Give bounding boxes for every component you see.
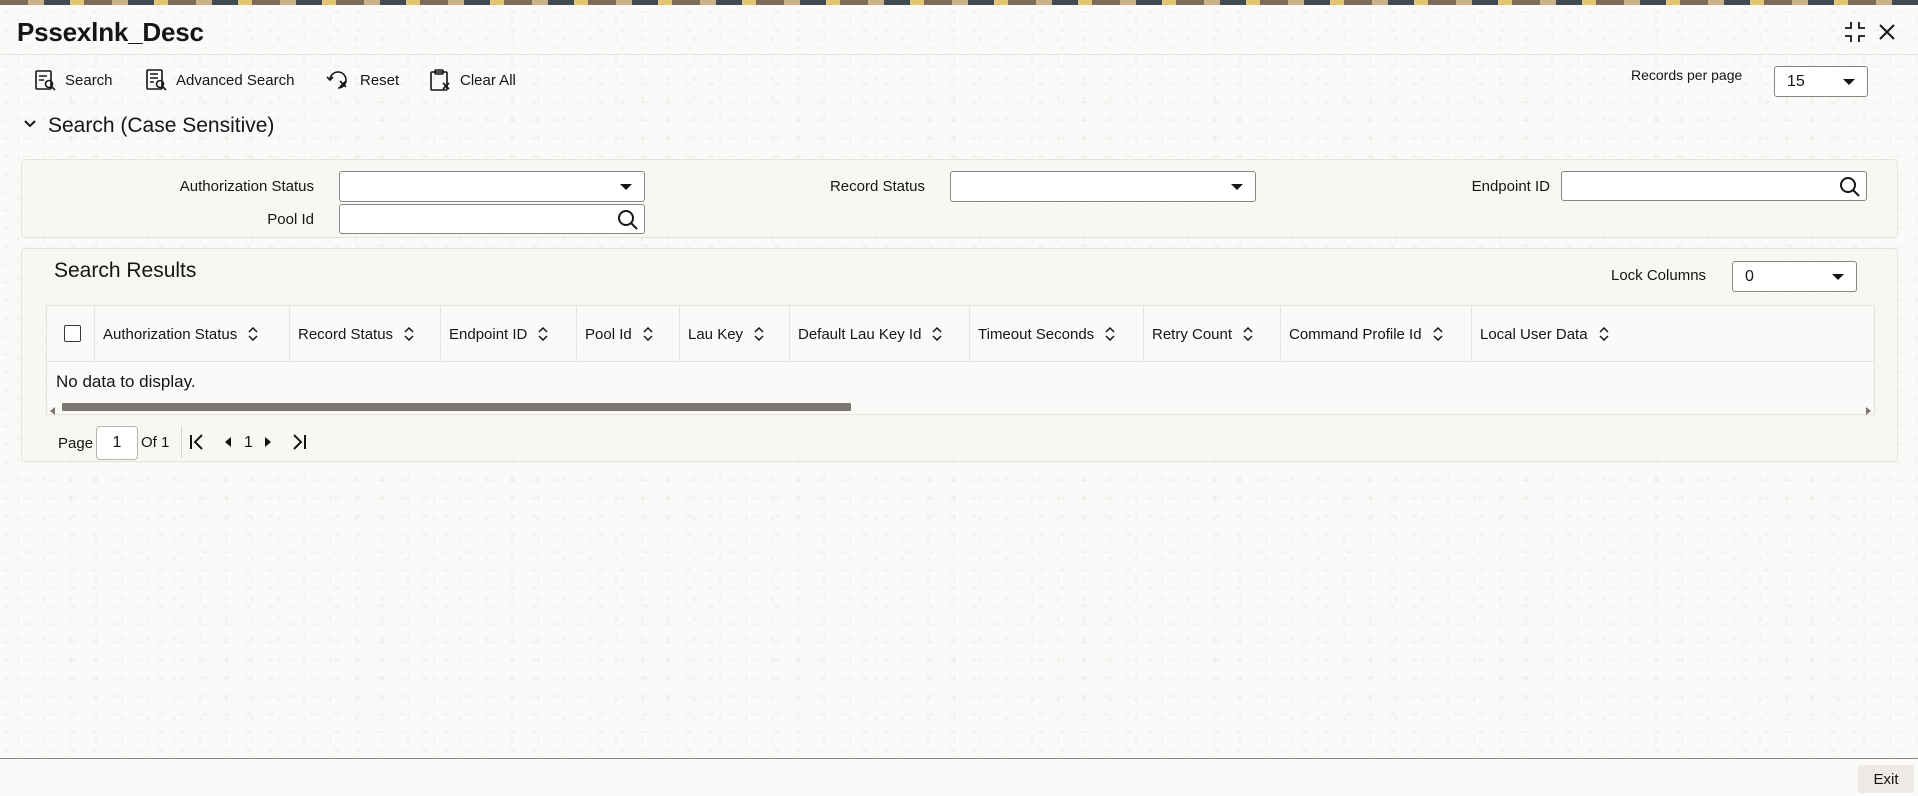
current-page-input[interactable]: 1: [96, 426, 138, 460]
column-header-local-user-data[interactable]: Local User Data: [1472, 306, 1874, 362]
authorization-status-select[interactable]: [339, 171, 645, 202]
chevron-down-icon: [1231, 183, 1243, 190]
sort-icon[interactable]: [1242, 327, 1254, 341]
pagination: Page: [58, 427, 93, 459]
sort-icon[interactable]: [537, 327, 549, 341]
endpoint-id-label: Endpoint ID: [1471, 178, 1550, 195]
advanced-search-button[interactable]: Advanced Search: [144, 66, 294, 94]
column-header-record-status[interactable]: Record Status: [290, 306, 441, 362]
sort-icon[interactable]: [403, 327, 415, 341]
clear-all-icon: [428, 68, 452, 92]
maximize-icon[interactable]: [1842, 19, 1868, 45]
search-icon: [33, 68, 57, 92]
search-icon[interactable]: [1838, 175, 1862, 204]
page-number[interactable]: 1: [244, 434, 253, 452]
column-label: Command Profile Id: [1289, 325, 1422, 343]
column-label: Retry Count: [1152, 325, 1233, 343]
lock-columns-select[interactable]: 0: [1732, 261, 1857, 292]
table-header: Authorization Status Record Status Endpo…: [47, 306, 1874, 362]
reset-icon: [326, 68, 352, 92]
column-header-authorization-status[interactable]: Authorization Status: [95, 306, 290, 362]
records-per-page-label: Records per page: [1631, 67, 1743, 83]
window-title: Pssexlnk_Desc: [17, 17, 204, 47]
column-header-timeout-seconds[interactable]: Timeout Seconds: [970, 306, 1144, 362]
sort-icon[interactable]: [1104, 327, 1116, 341]
reset-button[interactable]: Reset: [326, 66, 399, 94]
column-label: Timeout Seconds: [978, 325, 1095, 343]
sort-icon[interactable]: [642, 327, 654, 341]
scroll-right-icon[interactable]: [1865, 402, 1871, 420]
column-header-lau-key[interactable]: Lau Key: [680, 306, 790, 362]
clear-all-button-label: Clear All: [460, 71, 516, 89]
lock-columns-label: Lock Columns: [1611, 267, 1707, 284]
column-header-pool-id[interactable]: Pool Id: [577, 306, 680, 362]
search-icon[interactable]: [616, 208, 640, 237]
select-all-header: [47, 306, 95, 362]
pool-id-label: Pool Id: [267, 211, 314, 228]
sort-icon[interactable]: [1598, 327, 1610, 341]
scrollbar-thumb[interactable]: [62, 403, 851, 411]
horizontal-scrollbar[interactable]: [47, 399, 1874, 415]
first-page-icon[interactable]: [188, 432, 206, 457]
pool-id-input[interactable]: [340, 205, 644, 233]
sort-icon[interactable]: [753, 327, 765, 341]
current-page-value: 1: [112, 434, 122, 451]
advanced-search-button-label: Advanced Search: [176, 71, 295, 89]
search-section-title: Search (Case Sensitive): [48, 114, 275, 137]
last-page-icon[interactable]: [290, 432, 308, 457]
sort-icon[interactable]: [1432, 327, 1444, 341]
search-results-title: Search Results: [54, 259, 197, 282]
column-label: Record Status: [298, 325, 394, 343]
column-label: Authorization Status: [103, 325, 238, 343]
column-label: Default Lau Key Id: [798, 325, 922, 343]
page-count-label: Of 1: [141, 434, 170, 451]
column-header-command-profile-id[interactable]: Command Profile Id: [1281, 306, 1472, 362]
column-header-retry-count[interactable]: Retry Count: [1144, 306, 1281, 362]
chevron-down-icon: [1832, 273, 1844, 280]
records-per-page-select[interactable]: 15: [1774, 66, 1868, 97]
column-label: Local User Data: [1480, 325, 1588, 343]
footer-divider: [0, 758, 1918, 759]
clear-all-button[interactable]: Clear All: [428, 66, 516, 94]
authorization-status-label: Authorization Status: [179, 178, 314, 195]
chevron-down-icon: [1843, 78, 1855, 85]
page-label: Page: [58, 434, 94, 452]
lock-columns-value: 0: [1745, 267, 1754, 285]
search-section-toggle[interactable]: Search (Case Sensitive): [22, 114, 274, 138]
reset-button-label: Reset: [360, 71, 400, 89]
title-bar: Pssexlnk_Desc: [0, 5, 1918, 55]
scroll-left-icon[interactable]: [50, 402, 56, 420]
record-status-label: Record Status: [829, 178, 925, 195]
close-icon[interactable]: [1874, 19, 1900, 45]
empty-table-message: No data to display.: [56, 372, 196, 391]
endpoint-id-input[interactable]: [1562, 172, 1866, 200]
pool-id-field[interactable]: [339, 204, 645, 234]
sort-icon[interactable]: [247, 327, 259, 341]
endpoint-id-field[interactable]: [1561, 171, 1867, 201]
column-label: Endpoint ID: [449, 325, 528, 343]
record-status-select[interactable]: [950, 171, 1256, 202]
sort-icon[interactable]: [931, 327, 943, 341]
column-label: Pool Id: [585, 325, 632, 343]
chevron-down-icon: [22, 114, 38, 138]
advanced-search-icon: [144, 68, 168, 92]
exit-button[interactable]: Exit: [1858, 765, 1914, 793]
search-button-label: Search: [65, 71, 113, 89]
next-page-icon[interactable]: [262, 432, 274, 457]
pager-divider: [181, 426, 182, 458]
search-button[interactable]: Search: [33, 66, 113, 94]
results-table: Authorization Status Record Status Endpo…: [46, 305, 1875, 415]
select-all-checkbox[interactable]: [64, 325, 81, 342]
column-header-endpoint-id[interactable]: Endpoint ID: [441, 306, 577, 362]
chevron-down-icon: [620, 183, 632, 190]
column-header-default-lau-key-id[interactable]: Default Lau Key Id: [790, 306, 970, 362]
column-label: Lau Key: [688, 325, 744, 343]
records-per-page-value: 15: [1787, 72, 1805, 90]
previous-page-icon[interactable]: [222, 432, 234, 457]
